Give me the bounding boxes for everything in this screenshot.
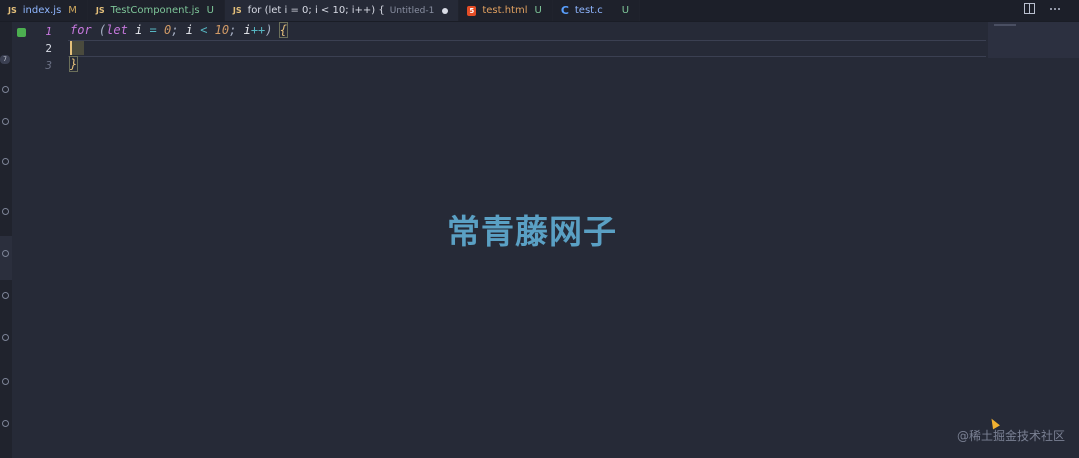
line-number-gutter: 1 2 3 bbox=[12, 22, 68, 458]
identifier: i bbox=[243, 23, 251, 37]
tab-label: index.js bbox=[22, 5, 62, 16]
activity-item-icon[interactable] bbox=[2, 118, 9, 125]
minimap-code-preview bbox=[994, 24, 1016, 26]
untracked-badge: U bbox=[534, 5, 542, 16]
untracked-badge: U bbox=[621, 5, 630, 16]
punctuation: ; bbox=[171, 23, 179, 37]
line-number: 2 bbox=[45, 42, 52, 55]
activity-item-icon[interactable] bbox=[2, 250, 9, 257]
punctuation: ) bbox=[265, 23, 273, 37]
identifier: i bbox=[185, 23, 193, 37]
activity-item-icon[interactable] bbox=[2, 208, 9, 215]
c-file-icon: C bbox=[560, 4, 569, 17]
activity-selection bbox=[0, 236, 12, 280]
tab-label: for (let i = 0; i < 10; i++) { bbox=[247, 5, 385, 16]
punctuation: ; bbox=[229, 23, 237, 37]
current-line-highlight bbox=[68, 40, 986, 57]
tab-untitled-1[interactable]: JS for (let i = 0; i < 10; i++) { Untitl… bbox=[224, 0, 460, 21]
notification-badge: 7 bbox=[0, 55, 10, 64]
bracket: } bbox=[68, 56, 79, 72]
javascript-file-icon: JS bbox=[232, 6, 242, 15]
line-number: 1 bbox=[45, 25, 52, 38]
editor-actions bbox=[1024, 3, 1061, 17]
identifier: i bbox=[135, 23, 143, 37]
javascript-file-icon: JS bbox=[8, 6, 17, 15]
text-cursor bbox=[70, 41, 84, 55]
tab-test-html[interactable]: 5 test.html U bbox=[459, 0, 553, 21]
tab-label: test.c bbox=[574, 5, 603, 16]
activity-item-icon[interactable] bbox=[2, 86, 9, 93]
line-number: 3 bbox=[45, 59, 52, 72]
activity-bar: 7 bbox=[0, 22, 12, 458]
tab-test-c[interactable]: C test.c U bbox=[552, 0, 641, 21]
number-literal: 10 bbox=[214, 23, 230, 37]
tab-label: TestComponent.js bbox=[110, 5, 200, 16]
more-actions-icon[interactable] bbox=[1049, 3, 1061, 17]
credit-text: @稀土掘金技术社区 bbox=[956, 429, 1065, 443]
activity-item-icon[interactable] bbox=[2, 292, 9, 299]
split-editor-icon[interactable] bbox=[1024, 3, 1035, 17]
git-added-marker-icon bbox=[17, 28, 26, 37]
minimap[interactable] bbox=[988, 22, 1079, 458]
editor-tab-bar: JS index.js M JS TestComponent.js U JS f… bbox=[0, 0, 1079, 22]
activity-item-icon[interactable] bbox=[2, 158, 9, 165]
keyword: let bbox=[106, 23, 128, 37]
modified-badge: M bbox=[68, 5, 77, 16]
tab-label: test.html bbox=[482, 5, 528, 16]
untracked-badge: U bbox=[206, 5, 214, 16]
operator: = bbox=[149, 23, 157, 37]
watermark-text: 常青藤网子 bbox=[447, 212, 617, 251]
activity-item-icon[interactable] bbox=[2, 334, 9, 341]
html-file-icon: 5 bbox=[467, 5, 477, 16]
tab-description: Untitled-1 bbox=[389, 5, 435, 16]
tab-testcomponent-js[interactable]: JS TestComponent.js U bbox=[87, 0, 225, 21]
operator: < bbox=[200, 23, 208, 37]
code-line-3: } bbox=[68, 56, 79, 73]
minimap-slider[interactable] bbox=[988, 22, 1079, 58]
keyword: for bbox=[70, 23, 92, 37]
activity-item-icon[interactable] bbox=[2, 420, 9, 427]
activity-item-icon[interactable] bbox=[2, 378, 9, 385]
javascript-file-icon: JS bbox=[95, 6, 105, 15]
tab-index-js[interactable]: JS index.js M bbox=[0, 0, 88, 21]
unsaved-dot-icon[interactable] bbox=[442, 7, 449, 14]
code-line-1: for (let i = 0; i < 10; i++) { bbox=[70, 22, 289, 39]
bracket: { bbox=[278, 22, 289, 38]
operator: ++ bbox=[250, 23, 266, 37]
